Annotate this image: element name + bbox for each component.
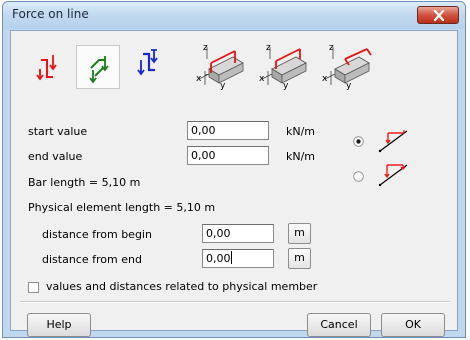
ok-button[interactable]: OK: [381, 313, 445, 337]
distance-begin-label: distance from begin: [42, 228, 152, 241]
axis-z-label: z: [329, 43, 334, 53]
axis-y-label: y: [220, 81, 226, 91]
related-checkbox[interactable]: [28, 282, 39, 293]
distance-end-unit-button[interactable]: m: [288, 248, 311, 269]
start-value-label: start value: [28, 125, 88, 138]
close-button[interactable]: [417, 6, 459, 24]
beam-load-z-icon[interactable]: z x y: [258, 41, 312, 91]
end-value-unit: kN/m: [286, 150, 316, 163]
distance-begin-input[interactable]: 0,00: [202, 224, 274, 243]
axis-z-label: z: [266, 43, 271, 53]
start-value-unit: kN/m: [286, 125, 316, 138]
window-title: Force on line: [12, 7, 89, 21]
force-blue-icon[interactable]: [129, 44, 169, 84]
beam-load-y-icon[interactable]: z x y: [321, 41, 375, 91]
force-on-line-dialog: Force on line z x y z x y z x y start va…: [2, 1, 466, 338]
trapezoidal-radio[interactable]: [353, 171, 364, 182]
text-caret: [230, 251, 232, 264]
force-green-icon[interactable]: [76, 45, 120, 89]
end-value-label: end value: [28, 150, 83, 163]
help-button[interactable]: Help: [27, 313, 91, 337]
force-red-icon[interactable]: [27, 46, 67, 86]
help-button-label: Help: [46, 318, 72, 331]
trapezoidal-load-icon: [378, 164, 408, 187]
bar-length-text: Bar length = 5,10 m: [28, 176, 141, 189]
axis-y-label: y: [283, 81, 289, 91]
uniform-radio[interactable]: [353, 136, 364, 147]
distance-end-value: 0,00: [206, 252, 231, 265]
distance-begin-unit-button[interactable]: m: [288, 223, 311, 244]
physical-length-text: Physical element length = 5,10 m: [28, 201, 216, 214]
end-value-input[interactable]: 0,00: [187, 146, 269, 165]
axis-x-label: x: [259, 74, 265, 84]
cancel-button[interactable]: Cancel: [307, 313, 371, 337]
cancel-button-label: Cancel: [320, 318, 358, 331]
axis-x-label: x: [322, 74, 328, 84]
axis-x-label: x: [196, 74, 202, 84]
related-checkbox-label: values and distances related to physical…: [46, 280, 318, 293]
ok-button-label: OK: [405, 318, 421, 331]
beam-load-xz-icon[interactable]: z x y: [195, 41, 249, 91]
uniform-load-icon: [378, 130, 408, 153]
distance-end-input[interactable]: 0,00: [202, 249, 274, 268]
axis-y-label: y: [346, 81, 352, 91]
title-bar[interactable]: Force on line: [3, 2, 465, 29]
distance-end-label: distance from end: [42, 253, 142, 266]
separator: [20, 301, 450, 303]
close-x-icon: [433, 10, 445, 21]
start-value-input[interactable]: 0,00: [187, 121, 269, 140]
axis-z-label: z: [203, 43, 208, 53]
dialog-body: z x y z x y z x y start value 0,00 kN/m …: [10, 30, 458, 337]
